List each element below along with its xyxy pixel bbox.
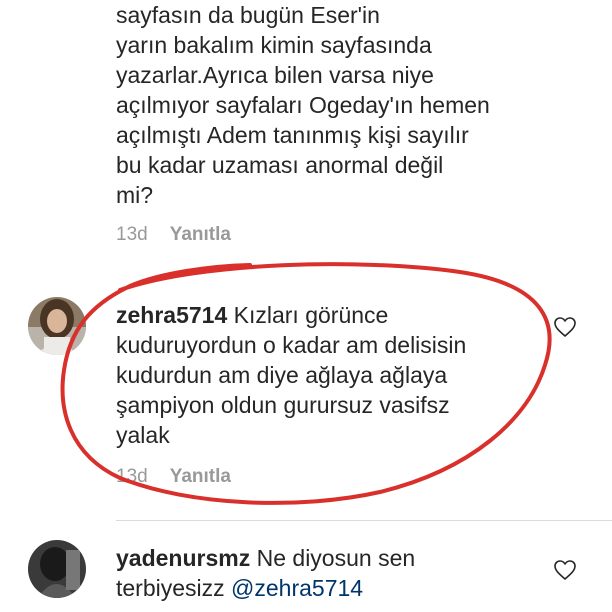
comment-text-body: terbiyesizz <box>116 575 232 601</box>
comment-meta: 13d Yanıtla <box>116 466 231 488</box>
comment-text-body: kuduruyordun o kadar am delisisin kudurd… <box>116 332 467 448</box>
heart-outline-icon[interactable] <box>553 316 577 338</box>
comment-username[interactable]: zehra5714 <box>116 302 227 328</box>
comment-text-first-line: Kızları görünce <box>227 302 389 328</box>
mention-link[interactable]: @zehra5714 <box>231 575 363 601</box>
comment-text: yadenursmz Ne diyosun sen terbiyesizz @z… <box>116 543 415 603</box>
comment-text: zehra5714 Kızları görünce kuduruyordun o… <box>116 300 466 450</box>
comment-timestamp: 13d <box>116 466 148 487</box>
avatar[interactable] <box>28 297 86 355</box>
avatar-image <box>28 297 86 355</box>
comment-meta: 13d Yanıtla <box>116 224 231 246</box>
comment-text-first-line: Ne diyosun sen <box>250 545 416 571</box>
reply-button[interactable]: Yanıtla <box>170 224 231 246</box>
divider <box>116 520 612 521</box>
avatar[interactable] <box>28 540 86 598</box>
comment-username[interactable]: yadenursmz <box>116 545 250 571</box>
comment-text: sayfasın da bugün Eser'in yarın bakalım … <box>116 2 490 208</box>
comment-timestamp: 13d <box>116 224 148 245</box>
reply-button[interactable]: Yanıtla <box>170 466 231 488</box>
avatar-image <box>28 540 86 598</box>
heart-outline-icon[interactable] <box>553 559 577 581</box>
